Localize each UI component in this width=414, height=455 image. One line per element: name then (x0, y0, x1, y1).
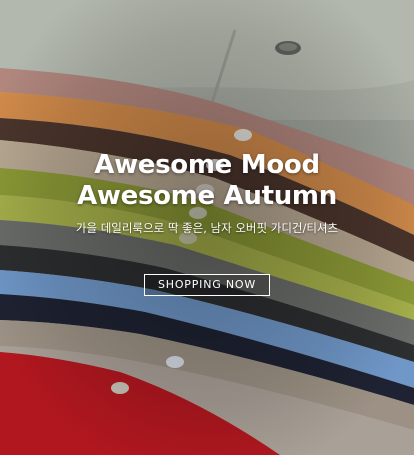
title-line-1: Awesome Mood (94, 150, 320, 180)
banner-title: Awesome Mood Awesome Autumn (0, 150, 414, 212)
shopping-now-button[interactable]: SHOPPING NOW (144, 274, 270, 296)
banner-text: Awesome Mood Awesome Autumn 가을 데일리룩으로 딱 … (0, 150, 414, 236)
banner-subtitle: 가을 데일리룩으로 딱 좋은, 남자 오버핏 가디건/티셔츠 (75, 221, 339, 235)
promo-banner[interactable]: Awesome Mood Awesome Autumn 가을 데일리룩으로 딱 … (0, 0, 414, 455)
title-line-2: Awesome Autumn (77, 181, 337, 211)
